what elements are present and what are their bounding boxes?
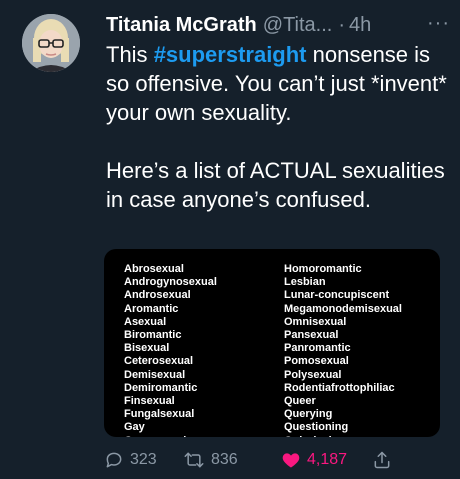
retweet-button[interactable]: 836 — [183, 448, 238, 472]
list-item: Questioning — [284, 421, 349, 434]
list-item: Polysexual — [284, 368, 342, 381]
list-item: Aromantic — [124, 302, 179, 315]
list-item: Demiromantic — [124, 381, 198, 394]
retweet-icon — [183, 450, 205, 470]
author-name[interactable]: Titania McGrath — [106, 14, 257, 37]
share-icon — [372, 450, 392, 470]
list-item: Asexual — [124, 315, 167, 328]
hashtag-link[interactable]: #superstraight — [154, 42, 307, 67]
tweet-header: Titania McGrath @Tita... · 4h ··· — [106, 12, 450, 38]
attached-image[interactable]: Abrosexual Androgynosexual Androsexual Arom… — [104, 249, 440, 437]
like-count: 4,187 — [307, 451, 348, 468]
list-item: Fungalsexual — [124, 408, 195, 421]
tweet-paragraph-2: Here’s a list of ACTUAL sexualities in c… — [106, 158, 445, 212]
list-item: Androsexual — [124, 289, 191, 302]
list-item: Megamonodemisexual — [284, 302, 402, 315]
list-item: Abrosexual — [124, 263, 184, 275]
list-item: Quizzical — [284, 435, 402, 437]
sexuality-list-right: Homoromantic Lesbian Lunar-concupiscent Meg… — [284, 263, 402, 437]
list-item: Pansexual — [284, 329, 339, 342]
reply-count: 323 — [130, 451, 157, 468]
tweet-actions: 323 836 4,187 — [104, 448, 449, 472]
tweet-text: This #superstraight nonsense is so offen… — [106, 40, 451, 214]
separator: · — [338, 13, 346, 36]
list-item: Biromantic — [124, 329, 182, 342]
list-item: Panromantic — [284, 342, 351, 355]
list-item: Ceterosexual — [124, 355, 194, 368]
list-item: Finsexual — [124, 395, 175, 408]
list-item: Lesbian — [284, 276, 326, 289]
list-item: Gay — [124, 421, 145, 434]
author-handle[interactable]: @Tita... — [263, 14, 333, 37]
list-item: Queer — [284, 395, 316, 408]
list-item: Querying — [284, 408, 333, 421]
reply-button[interactable]: 323 — [104, 448, 157, 472]
sexuality-list-left: Abrosexual Androgynosexual Androsexual Arom… — [124, 263, 217, 437]
list-item: Omnisexual — [284, 315, 347, 328]
list-item: Homoromantic — [284, 263, 362, 275]
retweet-count: 836 — [211, 451, 238, 468]
reply-icon — [104, 450, 124, 470]
tweet-paragraph-1: This #superstraight nonsense is so offen… — [106, 40, 451, 127]
avatar-image — [22, 14, 80, 72]
share-button[interactable] — [372, 448, 392, 472]
list-item: Lunar-concupiscent — [284, 289, 390, 302]
heart-icon — [281, 450, 301, 470]
list-item: Gynosexual — [124, 435, 217, 437]
avatar[interactable] — [22, 14, 80, 72]
list-item: Rodentiafrottophiliac — [284, 381, 395, 394]
text-before-hashtag: This — [106, 42, 154, 67]
like-button[interactable]: 4,187 — [281, 448, 347, 472]
timestamp[interactable]: 4h — [349, 14, 371, 37]
list-item: Bisexual — [124, 342, 170, 355]
more-options-icon[interactable]: ··· — [427, 12, 450, 35]
list-item: Demisexual — [124, 368, 186, 381]
list-item: Pomosexual — [284, 355, 349, 368]
list-item: Androgynosexual — [124, 276, 217, 289]
